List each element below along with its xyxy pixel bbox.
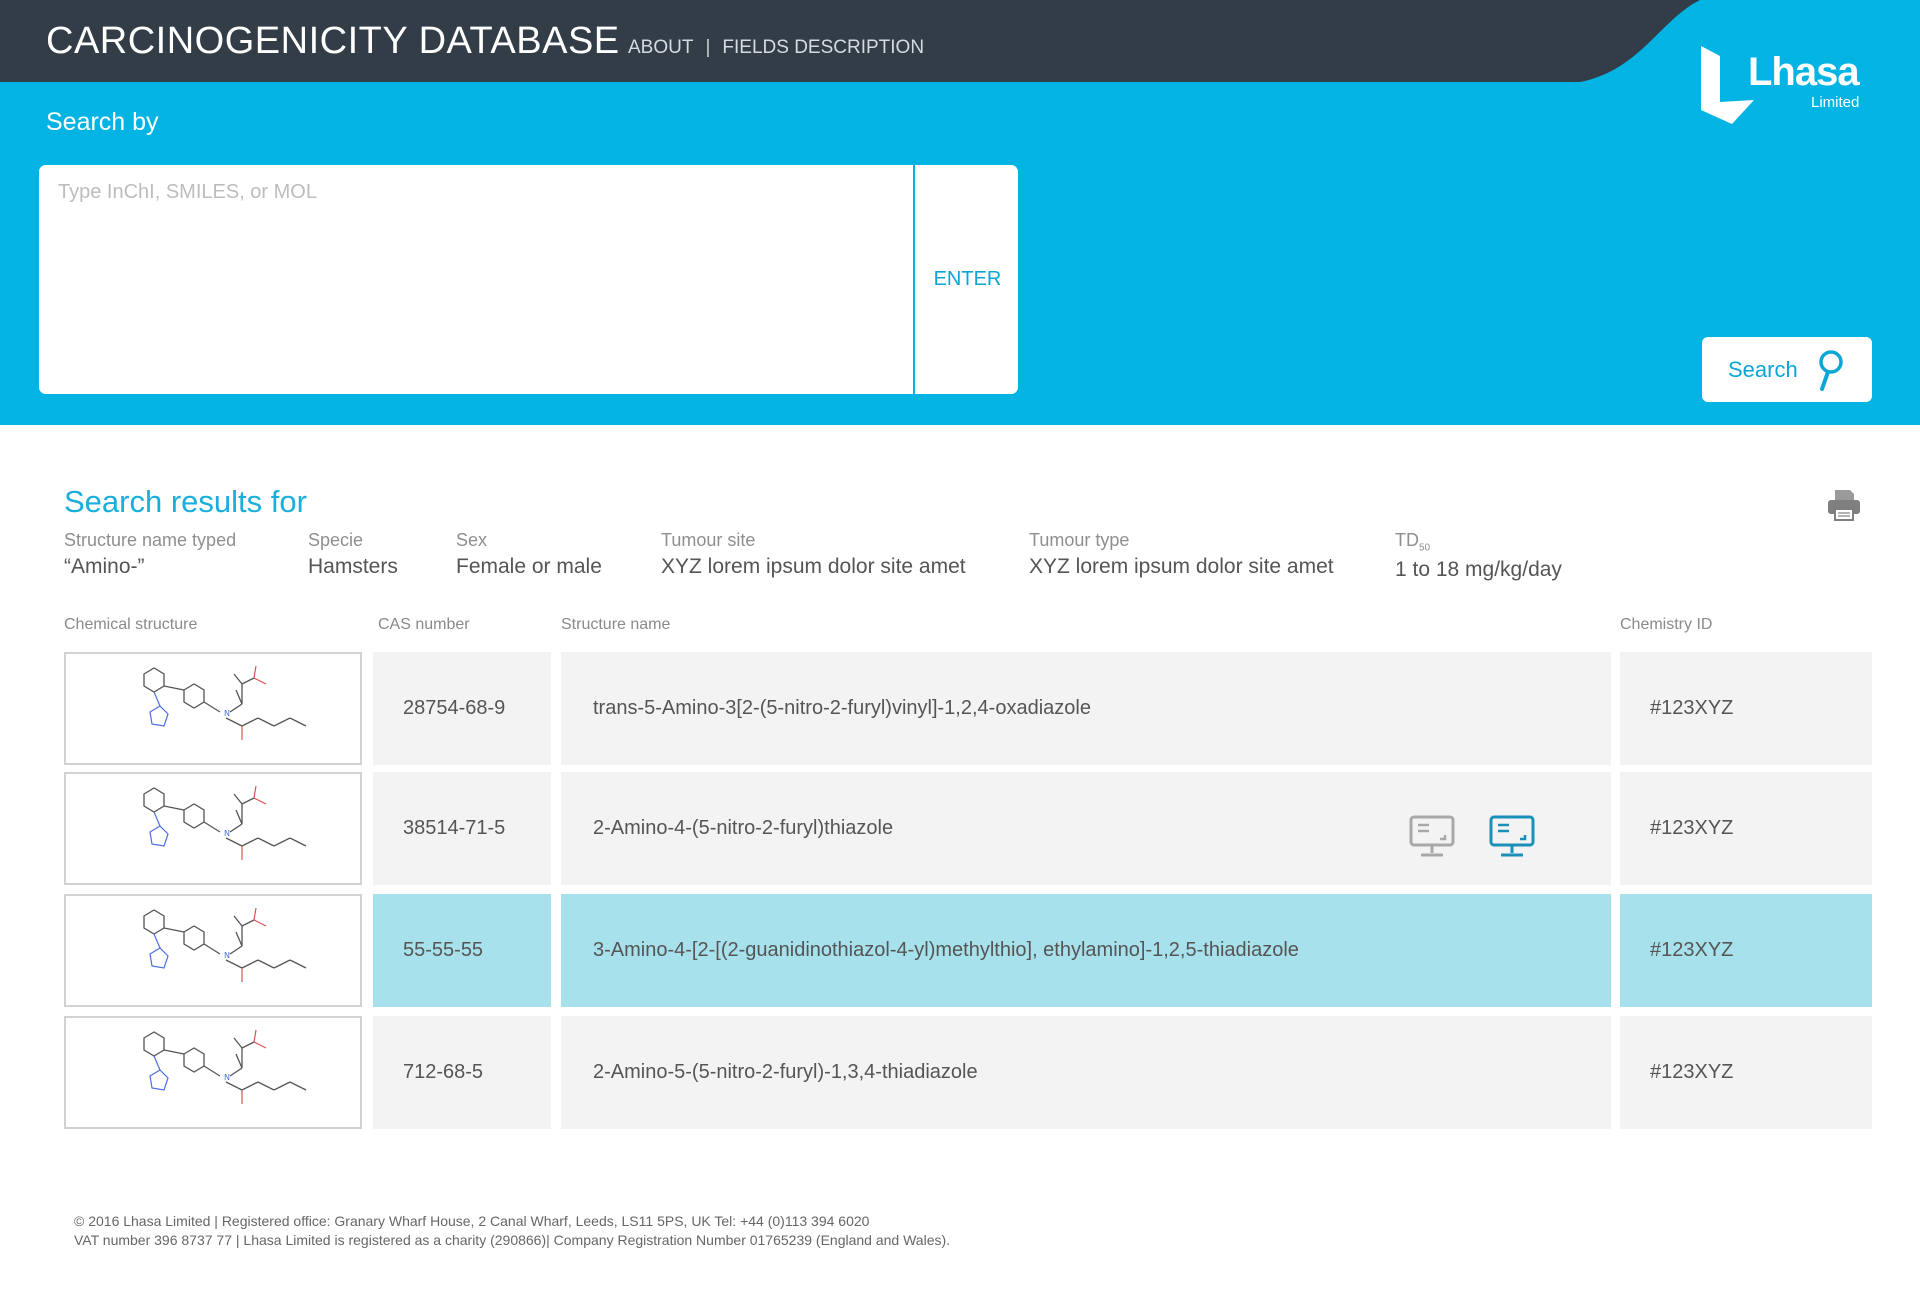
chemical-structure-image: N — [64, 1016, 362, 1129]
criteria-label: TD50 — [1395, 530, 1562, 554]
column-header-chem-id: Chemistry ID — [1620, 616, 1713, 633]
cas-number: 38514-71-5 — [373, 772, 551, 885]
criteria-tumour-type: Tumour type XYZ lorem ipsum dolor site a… — [1029, 530, 1334, 579]
column-header-name: Structure name — [561, 616, 671, 633]
criteria-structure-name: Structure name typed “Amino-” — [64, 530, 236, 579]
criteria-label: Structure name typed — [64, 530, 237, 550]
structure-query-input[interactable] — [39, 165, 915, 394]
chemistry-id: #123XYZ — [1620, 894, 1872, 1007]
structure-name: trans-5-Amino-3[2-(5-nitro-2-furyl)vinyl… — [561, 652, 1611, 765]
cas-number: 712-68-5 — [373, 1016, 551, 1129]
criteria-label: Tumour type — [1029, 530, 1130, 550]
criteria-value: Hamsters — [308, 555, 398, 578]
search-button[interactable]: Search — [1702, 337, 1872, 402]
criteria-label: Specie — [308, 530, 364, 550]
nav-fields-description-link[interactable]: FIELDS DESCRIPTION — [722, 37, 924, 59]
top-bar: CARCINOGENICITY DATABASE ABOUT | FIELDS … — [0, 0, 1920, 83]
logo-subtext: Limited — [1811, 94, 1860, 111]
cas-number: 28754-68-9 — [373, 652, 551, 765]
svg-text:N: N — [224, 951, 230, 960]
top-nav: ABOUT | FIELDS DESCRIPTION — [628, 37, 924, 59]
criteria-value: XYZ lorem ipsum dolor site amet — [1029, 555, 1334, 578]
results-title: Search results for — [64, 484, 307, 519]
enter-button[interactable]: ENTER — [917, 165, 1018, 394]
svg-text:N: N — [224, 709, 230, 718]
criteria-value: XYZ lorem ipsum dolor site amet — [661, 555, 966, 578]
column-header-cas: CAS number — [378, 616, 470, 633]
column-header-structure: Chemical structure — [64, 616, 198, 633]
td-subscript: 50 — [1419, 542, 1431, 554]
criteria-sex: Sex Female or male — [456, 530, 602, 579]
chemistry-id: #123XYZ — [1620, 772, 1872, 885]
chemistry-id: #123XYZ — [1620, 652, 1872, 765]
criteria-tumour-site: Tumour site XYZ lorem ipsum dolor site a… — [661, 530, 966, 579]
print-icon[interactable] — [1826, 487, 1862, 523]
search-by-label: Search by — [46, 108, 159, 136]
td-label: TD — [1395, 530, 1419, 550]
chemical-structure-image: N — [64, 894, 362, 1007]
criteria-value: 1 to 18 mg/kg/day — [1395, 557, 1562, 581]
monitor-icon[interactable] — [1409, 815, 1455, 859]
cas-number: 55-55-55 — [373, 894, 551, 1007]
nav-about-link[interactable]: ABOUT — [628, 37, 693, 59]
structure-name: 3-Amino-4-[2-[(2-guanidinothiazol-4-yl)m… — [561, 894, 1611, 1007]
molecule-drawing: N — [143, 665, 307, 740]
molecule-drawing: N — [143, 907, 307, 982]
footer: © 2016 Lhasa Limited | Registered office… — [74, 1212, 950, 1250]
criteria-value: Female or male — [456, 555, 602, 578]
chemistry-id: #123XYZ — [1620, 1016, 1872, 1129]
app-title: CARCINOGENICITY DATABASE — [46, 20, 620, 62]
footer-line-1: © 2016 Lhasa Limited | Registered office… — [74, 1213, 870, 1229]
table-row[interactable]: N 28754-68-9 trans-5-Amino-3[2-(5-nitro-… — [64, 652, 1872, 765]
row-action-icons — [1409, 815, 1535, 859]
table-row[interactable]: N 38514-71-5 2-Amino-4-(5-nitro-2-furyl)… — [64, 772, 1872, 885]
criteria-label: Sex — [456, 530, 488, 550]
svg-text:N: N — [224, 829, 230, 838]
criteria-value: “Amino-” — [64, 555, 145, 578]
table-row[interactable]: N 712-68-5 2-Amino-5-(5-nitro-2-furyl)-1… — [64, 1016, 1872, 1129]
molecule-drawing: N — [143, 785, 307, 860]
table-row-selected[interactable]: N 55-55-55 3-Amino-4-[2-[(2-guanidinothi… — [64, 894, 1872, 1007]
footer-line-2: VAT number 396 8737 77 | Lhasa Limited i… — [74, 1232, 951, 1248]
criteria-specie: Specie Hamsters — [308, 530, 398, 579]
chemical-structure-image: N — [64, 772, 362, 885]
nav-separator: | — [705, 37, 711, 58]
query-box: ENTER — [39, 165, 1018, 394]
search-icon — [1818, 349, 1843, 391]
molecule-drawing: N — [143, 1029, 307, 1104]
search-hero: CARCINOGENICITY DATABASE ABOUT | FIELDS … — [0, 0, 1920, 425]
structure-name: 2-Amino-5-(5-nitro-2-furyl)-1,3,4-thiadi… — [561, 1016, 1611, 1129]
criteria-td50: TD50 1 to 18 mg/kg/day — [1395, 530, 1562, 582]
svg-text:N: N — [224, 1073, 230, 1082]
search-button-label: Search — [1728, 356, 1798, 382]
chemical-structure-image: N — [64, 652, 362, 765]
criteria-label: Tumour site — [661, 530, 756, 550]
monitor-icon[interactable] — [1489, 815, 1535, 859]
logo-text: Lhasa — [1748, 50, 1860, 94]
